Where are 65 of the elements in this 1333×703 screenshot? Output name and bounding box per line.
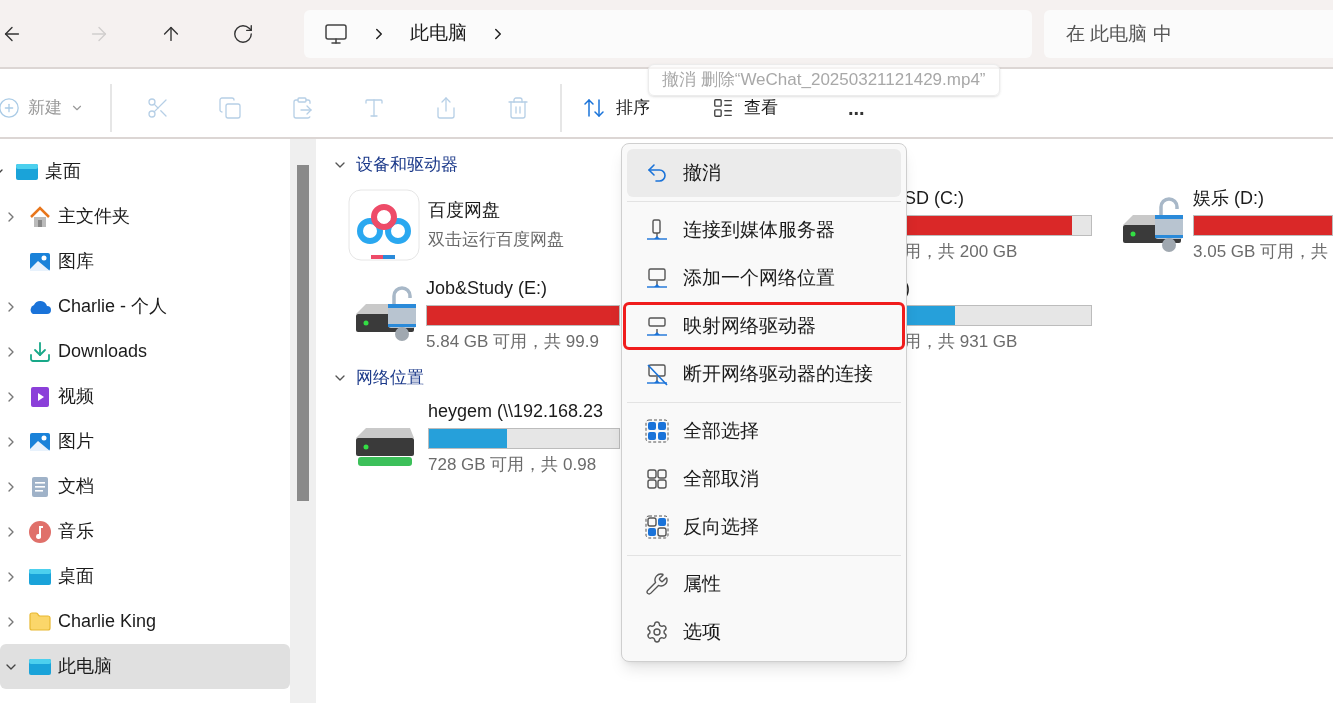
sidebar-item[interactable]: Downloads (0, 329, 290, 374)
sidebar-item[interactable]: 文档 (0, 464, 290, 509)
section-header[interactable]: 设备和驱动器 (332, 145, 458, 185)
sidebar-item[interactable]: 视频 (0, 374, 290, 419)
wrench-icon (645, 572, 669, 596)
tooltip: 撤消 删除“WeChat_20250321121429.mp4” (648, 64, 1000, 96)
sidebar-item[interactable]: 此电脑 (0, 644, 290, 689)
sidebar-item[interactable]: 桌面 (0, 149, 290, 194)
sort-icon (582, 96, 606, 120)
network-computer-icon (645, 266, 669, 290)
scrollbar-thumb[interactable] (297, 165, 309, 501)
sidebar-item[interactable]: 图库 (0, 239, 290, 284)
drive-space: 728 GB 可用，共 0.98 (428, 454, 598, 476)
sidebar-item[interactable]: Charlie - 个人 (0, 284, 290, 329)
network-drive-icon (645, 314, 669, 338)
menu-item[interactable]: 添加一个网络位置 (627, 254, 901, 302)
paste-icon (290, 96, 314, 120)
menu-item[interactable]: 属性 (627, 560, 901, 608)
download-icon (28, 339, 52, 364)
sidebar-item[interactable]: 图片 (0, 419, 290, 464)
drive-name[interactable]: Job&Study (E:) (426, 274, 620, 302)
section-header[interactable]: 网络位置 (332, 358, 424, 398)
menu-item[interactable]: 全部选择 (627, 407, 901, 455)
computer-icon (324, 21, 348, 46)
breadcrumb[interactable]: 此电脑 (410, 19, 467, 48)
menu-item[interactable]: 全部取消 (627, 455, 901, 503)
invert-selection-icon (645, 515, 669, 539)
home-icon (28, 204, 52, 229)
folder-icon (28, 609, 52, 634)
delete-icon (506, 96, 530, 120)
copy-icon (218, 96, 242, 120)
rename-icon (362, 96, 386, 120)
select-all-icon (645, 419, 669, 443)
plus-icon (0, 97, 20, 119)
sidebar-item[interactable]: 主文件夹 (0, 194, 290, 239)
sidebar-item[interactable]: 桌面 (0, 554, 290, 599)
drive-name[interactable]: 百度网盘 (428, 197, 620, 224)
search-field[interactable]: 在 此电脑 中 (1044, 9, 1333, 58)
menu-item[interactable]: 断开网络驱动器的连接 (627, 350, 901, 398)
view-icon (712, 97, 734, 119)
sort-button[interactable]: 排序 (582, 95, 650, 121)
settings-icon (645, 620, 669, 644)
sidebar-item[interactable]: 音乐 (0, 509, 290, 554)
media-server-icon (645, 218, 669, 242)
video-icon (28, 384, 52, 409)
drive-name[interactable]: heygem (\\192.168.23 (428, 398, 620, 425)
menu-item[interactable]: 映射网络驱动器 (623, 302, 905, 350)
undo-icon (645, 161, 669, 185)
address-bar[interactable]: 此电脑 (304, 9, 1032, 58)
drive-space: 3.05 GB 可用，共 (1193, 241, 1330, 263)
menu-item[interactable]: 反向选择 (627, 503, 901, 551)
menu-item[interactable]: 连接到媒体服务器 (627, 206, 901, 254)
select-none-icon (645, 467, 669, 491)
cloud-app-icon (348, 188, 420, 261)
menu-item[interactable]: 撤消 (627, 149, 901, 197)
sidebar-item[interactable]: Charlie King (0, 599, 290, 644)
more-button[interactable]: ... (848, 98, 865, 118)
share-icon (434, 96, 458, 120)
app-subtitle: 双击运行百度网盘 (428, 229, 565, 251)
drive-name[interactable]: 娱乐 (D:) (1193, 185, 1333, 212)
disconnect-drive-icon (645, 362, 669, 386)
menu-item[interactable]: 选项 (627, 608, 901, 656)
music-icon (28, 519, 52, 544)
view-button[interactable]: 查看 (712, 95, 778, 121)
drive-space: 5.84 GB 可用，共 99.9 (426, 330, 600, 353)
